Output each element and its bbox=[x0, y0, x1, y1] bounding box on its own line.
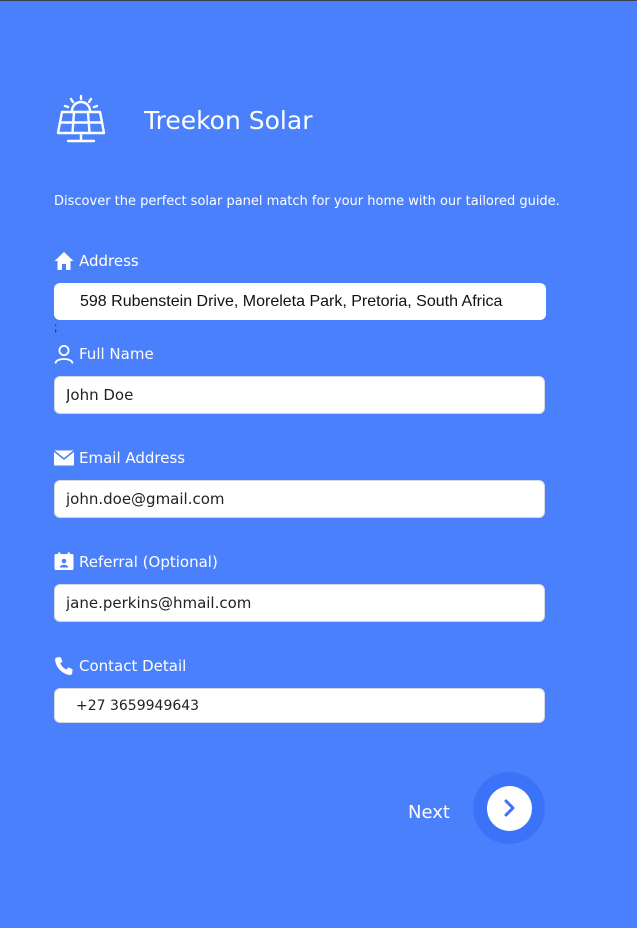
home-icon bbox=[54, 251, 74, 271]
solar-panel-icon bbox=[54, 94, 108, 145]
email-input[interactable] bbox=[54, 480, 545, 518]
full-name-label-text: Full Name bbox=[79, 345, 154, 363]
contact-input[interactable] bbox=[54, 688, 545, 723]
phone-icon bbox=[54, 656, 74, 676]
full-name-label: Full Name bbox=[54, 343, 154, 365]
envelope-icon bbox=[54, 448, 74, 468]
brand-name: Treekon Solar bbox=[144, 106, 313, 135]
full-name-input[interactable] bbox=[54, 376, 545, 414]
address-input[interactable] bbox=[54, 283, 546, 320]
user-icon bbox=[54, 344, 74, 364]
tagline: Discover the perfect solar panel match f… bbox=[54, 194, 560, 209]
email-label-text: Email Address bbox=[79, 449, 186, 467]
next-label[interactable]: Next bbox=[408, 802, 450, 824]
chevron-right-icon bbox=[504, 799, 515, 817]
referral-icon bbox=[54, 552, 74, 572]
next-button[interactable] bbox=[473, 772, 545, 844]
address-label: Address bbox=[54, 250, 139, 272]
contact-label-text: Contact Detail bbox=[79, 657, 187, 675]
referral-input[interactable] bbox=[54, 584, 545, 622]
referral-label: Referral (Optional) bbox=[54, 551, 218, 573]
email-label: Email Address bbox=[54, 447, 185, 469]
address-label-text: Address bbox=[79, 252, 139, 270]
contact-label: Contact Detail bbox=[54, 655, 186, 677]
next-button-inner[interactable] bbox=[486, 785, 532, 831]
stray-mark: ; bbox=[54, 320, 58, 334]
referral-label-text: Referral (Optional) bbox=[79, 553, 218, 571]
